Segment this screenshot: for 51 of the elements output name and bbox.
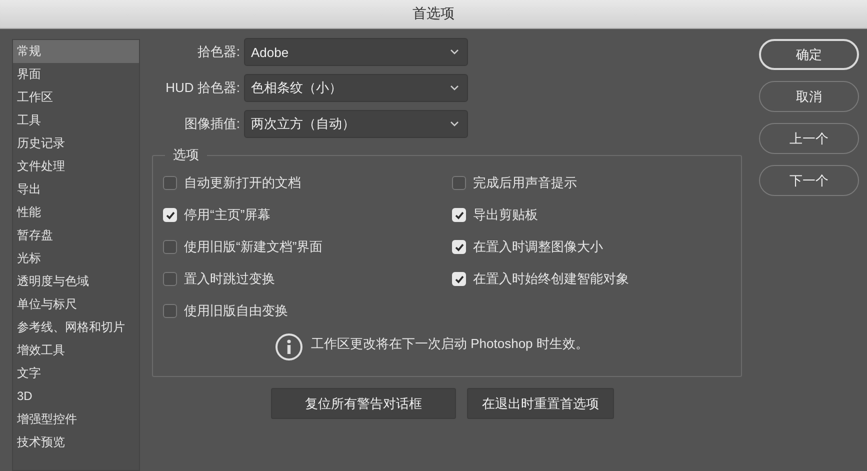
sidebar-item[interactable]: 文件处理 [13,155,139,178]
checkbox-option[interactable]: 导出剪贴板 [452,205,741,225]
dialog-button[interactable]: 在退出时重置首选项 [467,388,614,419]
sidebar-item[interactable]: 导出 [13,178,139,201]
checkbox[interactable] [163,304,177,318]
dialog-button[interactable]: 复位所有警告对话框 [271,388,456,419]
sidebar-item[interactable]: 历史记录 [13,132,139,155]
window-title: 首选项 [412,5,454,23]
checkbox-option[interactable]: 在置入时调整图像大小 [452,237,741,257]
dialog-button[interactable]: 取消 [759,81,859,112]
checkbox-option[interactable]: 使用旧版自由变换 [163,301,452,321]
chevron-icon [450,121,459,127]
sidebar-item[interactable]: 工具 [13,109,139,132]
field-label: 图像插值: [183,115,241,133]
sidebar-item[interactable]: 暂存盘 [13,224,139,247]
sidebar-item[interactable]: 透明度与色域 [13,270,139,293]
sidebar-item[interactable]: 光标 [13,247,139,270]
checkbox[interactable] [163,240,177,254]
dialog-button[interactable]: 确定 [759,39,859,70]
group-title: 选项 [165,146,207,164]
dropdown[interactable]: 色相条纹（小） [244,74,468,102]
sidebar-item[interactable]: 单位与标尺 [13,293,139,316]
dropdown[interactable]: Adobe [244,38,468,66]
sidebar-item[interactable]: 技术预览 [13,431,139,454]
sidebar-item[interactable]: 3D [13,385,139,408]
checkbox-option[interactable]: 自动更新打开的文档 [163,173,452,193]
sidebar-item[interactable]: 文字 [13,362,139,385]
sidebar-item[interactable]: 参考线、网格和切片 [13,316,139,339]
dropdown[interactable]: 两次立方（自动） [244,110,468,138]
checkbox[interactable] [452,176,466,190]
dialog-button[interactable]: 下一个 [759,165,859,196]
checkbox[interactable] [163,176,177,190]
sidebar-item[interactable]: 界面 [13,63,139,86]
checkbox[interactable] [163,272,177,286]
checkbox-option[interactable]: 停用“主页”屏幕 [163,205,452,225]
field-label: 拾色器: [196,43,241,61]
chevron-icon [450,85,459,91]
sidebar-item[interactable]: 常规 [13,40,139,63]
field-label: HUD 拾色器: [164,79,241,97]
dialog-button[interactable]: 上一个 [759,123,859,154]
sidebar-item[interactable]: 性能 [13,201,139,224]
notice-text: 工作区更改将在下一次启动 Photoshop 时生效。 [311,335,588,353]
checkbox-option[interactable]: 在置入时始终创建智能对象 [452,269,741,289]
sidebar-item[interactable]: 增强型控件 [13,408,139,431]
chevron-icon [450,49,459,55]
checkbox-option[interactable]: 置入时跳过变换 [163,269,452,289]
sidebar-item[interactable]: 增效工具 [13,339,139,362]
sidebar-item[interactable]: 工作区 [13,86,139,109]
checkbox-option[interactable]: 完成后用声音提示 [452,173,741,193]
checkbox-option[interactable]: 使用旧版“新建文档”界面 [163,237,452,257]
info-icon [275,333,303,361]
